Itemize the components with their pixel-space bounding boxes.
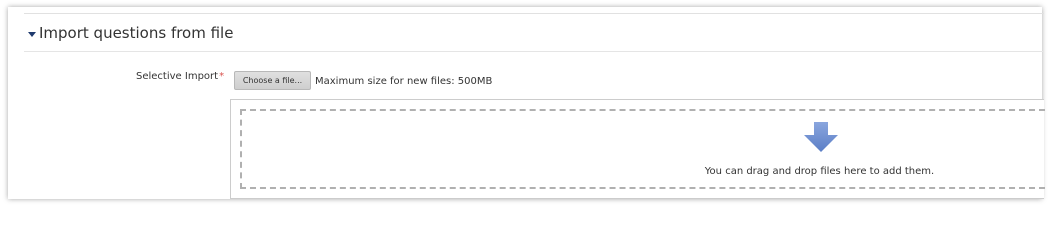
required-mark: * [219,71,225,82]
max-size-text: Maximum size for new files: 500MB [315,76,493,87]
caret-down-icon [28,31,36,37]
arrow-down-icon [804,122,838,152]
section-toggle[interactable]: Import questions from file [24,18,233,48]
import-panel: Import questions from file Selective Imp… [8,7,1045,200]
field-label: Selective Import* [136,71,224,82]
file-dropzone[interactable]: You can drag and drop files here to add … [240,109,1045,189]
dropzone-text: You can drag and drop files here to add … [704,166,935,177]
choose-file-button[interactable]: Choose a file... [234,71,311,90]
import-fieldset: Import questions from file Selective Imp… [24,13,1045,200]
filemanager-container: You can drag and drop files here to add … [230,99,1045,199]
section-divider [24,51,1044,52]
field-label-text: Selective Import [136,71,219,82]
section-title: Import questions from file [39,24,234,42]
